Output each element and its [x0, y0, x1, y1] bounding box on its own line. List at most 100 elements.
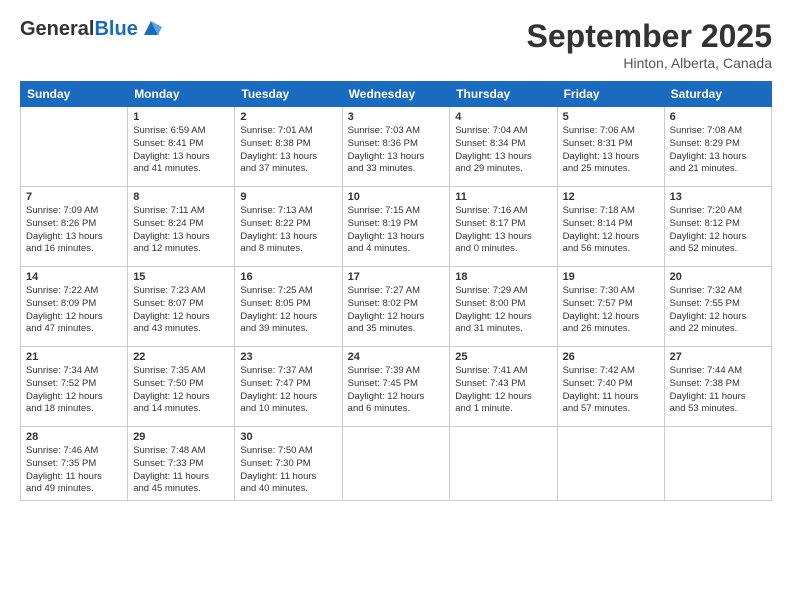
calendar-cell	[557, 427, 664, 501]
calendar-cell: 6 Sunrise: 7:08 AMSunset: 8:29 PMDaylight…	[664, 107, 771, 187]
calendar-cell: 20Sunrise: 7:32 AMSunset: 7:55 PMDayligh…	[664, 267, 771, 347]
day-number: 13	[670, 191, 766, 203]
day-number: 17	[348, 271, 445, 283]
day-number: 24	[348, 351, 445, 363]
calendar-cell: 15 Sunrise: 7:23 AMSunset: 8:07 PMDayligh…	[128, 267, 235, 347]
day-info: Sunrise: 7:44 AMSunset: 7:38 PMDaylight:…	[670, 365, 766, 416]
day-number: 9	[240, 191, 336, 203]
day-number: 10	[348, 191, 445, 203]
logo-general: General	[20, 18, 94, 40]
calendar-cell: 10 Sunrise: 7:15 AMSunset: 8:19 PMDayligh…	[342, 187, 450, 267]
calendar-cell: 14 Sunrise: 7:22 AMSunset: 8:09 PMDayligh…	[21, 267, 128, 347]
day-info: Sunrise: 7:01 AMSunset: 8:38 PMDaylight:…	[240, 125, 336, 176]
calendar-cell: 30 Sunrise: 7:50 AMSunset: 7:30 PMDayligh…	[235, 427, 342, 501]
day-info: Sunrise: 7:06 AMSunset: 8:31 PMDaylight:…	[563, 125, 659, 176]
day-number: 30	[240, 431, 336, 443]
day-info: Sunrise: 7:22 AMSunset: 8:09 PMDaylight:…	[26, 285, 122, 336]
day-info: Sunrise: 7:34 AMSunset: 7:52 PMDaylight:…	[26, 365, 122, 416]
weekday-header-thursday: Thursday	[450, 82, 557, 107]
day-info: Sunrise: 7:23 AMSunset: 8:07 PMDaylight:…	[133, 285, 229, 336]
day-info: Sunrise: 7:50 AMSunset: 7:30 PMDaylight:…	[240, 445, 336, 496]
day-info: Sunrise: 7:04 AMSunset: 8:34 PMDaylight:…	[455, 125, 551, 176]
day-number: 6	[670, 111, 766, 123]
weekday-header-sunday: Sunday	[21, 82, 128, 107]
day-info: Sunrise: 7:11 AMSunset: 8:24 PMDaylight:…	[133, 205, 229, 256]
day-info: Sunrise: 7:15 AMSunset: 8:19 PMDaylight:…	[348, 205, 445, 256]
week-row-4: 21 Sunrise: 7:34 AMSunset: 7:52 PMDayligh…	[21, 347, 772, 427]
calendar-cell: 25Sunrise: 7:41 AMSunset: 7:43 PMDayligh…	[450, 347, 557, 427]
calendar-cell: 23Sunrise: 7:37 AMSunset: 7:47 PMDayligh…	[235, 347, 342, 427]
calendar-cell: 24 Sunrise: 7:39 AMSunset: 7:45 PMDayligh…	[342, 347, 450, 427]
day-info: Sunrise: 7:37 AMSunset: 7:47 PMDaylight:…	[240, 365, 336, 416]
calendar-cell: 3 Sunrise: 7:03 AMSunset: 8:36 PMDaylight…	[342, 107, 450, 187]
day-number: 20	[670, 271, 766, 283]
week-row-3: 14 Sunrise: 7:22 AMSunset: 8:09 PMDayligh…	[21, 267, 772, 347]
day-info: Sunrise: 7:25 AMSunset: 8:05 PMDaylight:…	[240, 285, 336, 336]
calendar-cell: 4 Sunrise: 7:04 AMSunset: 8:34 PMDaylight…	[450, 107, 557, 187]
calendar-cell: 19Sunrise: 7:30 AMSunset: 7:57 PMDayligh…	[557, 267, 664, 347]
calendar-cell	[450, 427, 557, 501]
day-info: Sunrise: 7:20 AMSunset: 8:12 PMDaylight:…	[670, 205, 766, 256]
day-info: Sunrise: 7:35 AMSunset: 7:50 PMDaylight:…	[133, 365, 229, 416]
calendar-cell: 17 Sunrise: 7:27 AMSunset: 8:02 PMDayligh…	[342, 267, 450, 347]
week-row-2: 7Sunrise: 7:09 AMSunset: 8:26 PMDaylight…	[21, 187, 772, 267]
calendar-cell	[342, 427, 450, 501]
day-number: 4	[455, 111, 551, 123]
day-info: Sunrise: 7:39 AMSunset: 7:45 PMDaylight:…	[348, 365, 445, 416]
day-number: 16	[240, 271, 336, 283]
weekday-header-wednesday: Wednesday	[342, 82, 450, 107]
calendar-cell	[21, 107, 128, 187]
logo-blue: Blue	[94, 18, 137, 40]
day-info: Sunrise: 7:41 AMSunset: 7:43 PMDaylight:…	[455, 365, 551, 416]
calendar-cell: 28 Sunrise: 7:46 AMSunset: 7:35 PMDayligh…	[21, 427, 128, 501]
day-info: Sunrise: 7:09 AMSunset: 8:26 PMDaylight:…	[26, 205, 122, 256]
day-info: Sunrise: 7:03 AMSunset: 8:36 PMDaylight:…	[348, 125, 445, 176]
logo-text: GeneralBlue	[20, 18, 138, 40]
day-number: 18	[455, 271, 551, 283]
calendar-table: SundayMondayTuesdayWednesdayThursdayFrid…	[20, 81, 772, 501]
day-number: 3	[348, 111, 445, 123]
calendar-cell: 13 Sunrise: 7:20 AMSunset: 8:12 PMDayligh…	[664, 187, 771, 267]
calendar-cell: 2 Sunrise: 7:01 AMSunset: 8:38 PMDaylight…	[235, 107, 342, 187]
calendar-cell: 26 Sunrise: 7:42 AMSunset: 7:40 PMDayligh…	[557, 347, 664, 427]
day-info: Sunrise: 7:08 AMSunset: 8:29 PMDaylight:…	[670, 125, 766, 176]
calendar-cell: 18Sunrise: 7:29 AMSunset: 8:00 PMDayligh…	[450, 267, 557, 347]
calendar-cell: 29Sunrise: 7:48 AMSunset: 7:33 PMDayligh…	[128, 427, 235, 501]
calendar-cell: 16 Sunrise: 7:25 AMSunset: 8:05 PMDayligh…	[235, 267, 342, 347]
calendar-cell: 12 Sunrise: 7:18 AMSunset: 8:14 PMDayligh…	[557, 187, 664, 267]
day-number: 22	[133, 351, 229, 363]
weekday-header-friday: Friday	[557, 82, 664, 107]
calendar-cell	[664, 427, 771, 501]
day-number: 15	[133, 271, 229, 283]
day-info: Sunrise: 7:27 AMSunset: 8:02 PMDaylight:…	[348, 285, 445, 336]
day-number: 1	[133, 111, 229, 123]
day-info: Sunrise: 7:42 AMSunset: 7:40 PMDaylight:…	[563, 365, 659, 416]
logo: GeneralBlue	[20, 18, 162, 40]
weekday-header-saturday: Saturday	[664, 82, 771, 107]
calendar-cell: 7Sunrise: 7:09 AMSunset: 8:26 PMDaylight…	[21, 187, 128, 267]
day-info: Sunrise: 7:18 AMSunset: 8:14 PMDaylight:…	[563, 205, 659, 256]
day-number: 27	[670, 351, 766, 363]
day-number: 14	[26, 271, 122, 283]
weekday-header-monday: Monday	[128, 82, 235, 107]
day-number: 26	[563, 351, 659, 363]
day-number: 5	[563, 111, 659, 123]
calendar-cell: 1 Sunrise: 6:59 AMSunset: 8:41 PMDaylight…	[128, 107, 235, 187]
day-number: 12	[563, 191, 659, 203]
title-block: September 2025 Hinton, Alberta, Canada	[527, 18, 772, 71]
month-title: September 2025	[527, 18, 772, 55]
calendar-cell: 11 Sunrise: 7:16 AMSunset: 8:17 PMDayligh…	[450, 187, 557, 267]
day-number: 28	[26, 431, 122, 443]
day-number: 2	[240, 111, 336, 123]
day-info: Sunrise: 6:59 AMSunset: 8:41 PMDaylight:…	[133, 125, 229, 176]
header: GeneralBlue September 2025 Hinton, Alber…	[20, 18, 772, 71]
day-info: Sunrise: 7:46 AMSunset: 7:35 PMDaylight:…	[26, 445, 122, 496]
week-row-1: 1 Sunrise: 6:59 AMSunset: 8:41 PMDaylight…	[21, 107, 772, 187]
day-number: 21	[26, 351, 122, 363]
day-info: Sunrise: 7:30 AMSunset: 7:57 PMDaylight:…	[563, 285, 659, 336]
day-info: Sunrise: 7:16 AMSunset: 8:17 PMDaylight:…	[455, 205, 551, 256]
day-number: 11	[455, 191, 551, 203]
calendar-cell: 27 Sunrise: 7:44 AMSunset: 7:38 PMDayligh…	[664, 347, 771, 427]
location: Hinton, Alberta, Canada	[527, 55, 772, 71]
logo-icon	[140, 17, 162, 39]
